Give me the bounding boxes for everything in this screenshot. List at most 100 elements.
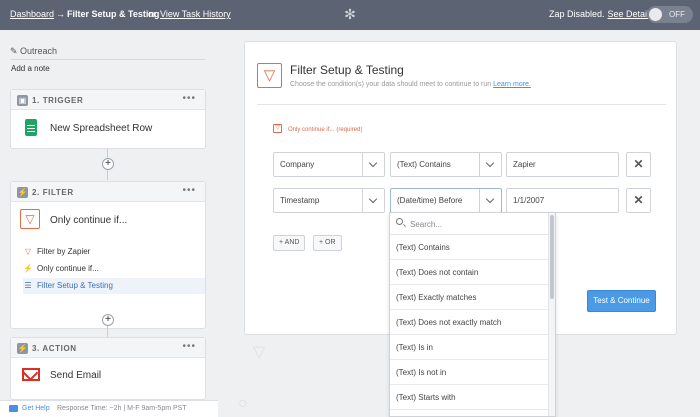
- connector-line: [107, 326, 108, 336]
- chevron-down-icon: [362, 153, 384, 176]
- learn-more-link[interactable]: Learn more.: [493, 81, 531, 88]
- bolt-icon: ⚡: [23, 264, 33, 273]
- page-subtitle: Choose the condition(s) your data should…: [290, 81, 531, 88]
- breadcrumb-current: Filter Setup & Testing: [67, 9, 160, 19]
- decorative-funnel-icon: ▽: [253, 344, 266, 361]
- response-time: Response Time: ~2h | M-F 9am-5pm PST: [57, 405, 187, 412]
- connector-line: [107, 170, 108, 180]
- chevron-down-icon: [479, 153, 501, 176]
- dropdown-option[interactable]: (Text) Does not contain: [390, 260, 550, 285]
- dropdown-option[interactable]: (Text) Starts with: [390, 385, 550, 410]
- dropdown-option[interactable]: (Text) Is not in: [390, 360, 550, 385]
- filter-card-header: ⚡ 2. FILTER •••: [11, 182, 205, 202]
- value-input[interactable]: Zapier: [506, 152, 619, 177]
- toggle-knob: [649, 8, 662, 21]
- filter-funnel-icon: ▽: [257, 63, 282, 88]
- action-step-icon: ⚡: [17, 343, 28, 354]
- remove-condition-button[interactable]: ✕: [626, 188, 651, 213]
- zap-status: Zap Disabled. See Details: [549, 9, 654, 19]
- trigger-step-label: 1. TRIGGER: [32, 96, 84, 105]
- decorative-circle-icon: ○: [238, 395, 248, 412]
- sub-item-filter-setup[interactable]: ☰ Filter Setup & Testing: [23, 278, 205, 294]
- list-icon: ☰: [24, 281, 32, 290]
- sub-item-filter-by-zapier[interactable]: ▽ Filter by Zapier: [23, 244, 205, 260]
- field-select-value: Timestamp: [280, 196, 320, 205]
- dropdown-scrollbar[interactable]: [548, 213, 555, 416]
- action-app-title: Send Email: [50, 370, 102, 381]
- filter-step-label: 2. FILTER: [32, 188, 74, 197]
- filter-step-icon: ⚡: [17, 187, 28, 198]
- sidebar-divider: [10, 59, 206, 60]
- trigger-step-icon: ▣: [17, 95, 28, 106]
- trigger-app-title: New Spreadsheet Row: [50, 123, 153, 134]
- trigger-menu-icon[interactable]: •••: [182, 93, 196, 104]
- gear-icon[interactable]: ✻: [343, 7, 357, 21]
- dropdown-option[interactable]: (Text) Is in: [390, 335, 550, 360]
- action-card-header: ⚡ 3. ACTION •••: [11, 338, 205, 358]
- dropdown-option[interactable]: (Text) Exactly matches: [390, 285, 550, 310]
- condition-select-value: (Date/time) Before: [397, 196, 463, 205]
- google-sheets-icon: [25, 119, 37, 136]
- scrollbar-thumb[interactable]: [550, 215, 554, 299]
- get-help-link[interactable]: Get Help: [22, 405, 50, 412]
- zap-name-text: Outreach: [20, 46, 58, 56]
- filter-app-title: Only continue if...: [50, 215, 128, 226]
- toggle-label: OFF: [669, 10, 685, 19]
- filter-menu-icon[interactable]: •••: [182, 185, 196, 196]
- zap-status-text: Zap Disabled.: [549, 9, 605, 19]
- trigger-card[interactable]: ▣ 1. TRIGGER ••• New Spreadsheet Row: [10, 89, 206, 149]
- filter-small-icon: ▽: [24, 247, 32, 256]
- required-label: (required): [336, 127, 363, 133]
- value-input[interactable]: 1/1/2007: [506, 188, 619, 213]
- add-note-link[interactable]: Add a note: [11, 64, 50, 73]
- get-help-bar: Get Help Response Time: ~2h | M-F 9am-5p…: [0, 400, 218, 417]
- dropdown-option[interactable]: (Text) Contains: [390, 235, 550, 260]
- trigger-card-header: ▣ 1. TRIGGER •••: [11, 90, 205, 110]
- only-continue-text: Only continue if...: [288, 127, 335, 133]
- action-menu-icon[interactable]: •••: [182, 341, 196, 352]
- sub-item-only-continue[interactable]: ⚡ Only continue if...: [23, 261, 205, 277]
- sidebar: ✎ Outreach Add a note ▣ 1. TRIGGER ••• N…: [0, 30, 218, 417]
- breadcrumb-dashboard-link[interactable]: Dashboard: [10, 9, 54, 19]
- panel-divider: [257, 104, 666, 105]
- dropdown-option[interactable]: (Text) Does not exactly match: [390, 310, 550, 335]
- page-title: Filter Setup & Testing: [290, 63, 404, 77]
- zap-name[interactable]: ✎ Outreach: [10, 46, 57, 57]
- condition-select[interactable]: (Date/time) Before: [390, 188, 502, 213]
- page-subtitle-text: Choose the condition(s) your data should…: [290, 81, 492, 88]
- top-bar: Dashboard → Filter Setup & Testing or Vi…: [0, 0, 700, 30]
- filter-funnel-icon: ▽: [20, 209, 40, 229]
- only-continue-label: Only continue if... (required): [286, 123, 362, 133]
- field-select-value: Company: [280, 160, 315, 169]
- chevron-down-icon: [362, 189, 384, 212]
- sub-item-label: Filter by Zapier: [37, 247, 91, 256]
- condition-select[interactable]: (Text) Contains: [390, 152, 502, 177]
- filter-card[interactable]: ⚡ 2. FILTER ••• ▽ Only continue if... ▽ …: [10, 181, 206, 329]
- sub-item-label: Filter Setup & Testing: [37, 281, 113, 290]
- add-step-button[interactable]: +: [102, 314, 114, 326]
- value-input-text: Zapier: [513, 160, 536, 169]
- action-card[interactable]: ⚡ 3. ACTION ••• Send Email: [10, 337, 206, 400]
- dropdown-search-input[interactable]: [410, 217, 540, 231]
- field-select[interactable]: Company: [273, 152, 385, 177]
- zap-toggle[interactable]: OFF: [647, 6, 693, 23]
- breadcrumb-arrow: →: [56, 9, 65, 19]
- add-or-button[interactable]: + OR: [313, 235, 342, 251]
- condition-select-value: (Text) Contains: [397, 160, 451, 169]
- value-input-text: 1/1/2007: [513, 196, 545, 205]
- dropdown-search: [390, 213, 550, 235]
- chat-icon: [9, 405, 18, 412]
- sub-item-label: Only continue if...: [37, 264, 99, 273]
- add-and-button[interactable]: + AND: [273, 235, 306, 251]
- gmail-icon: [22, 368, 40, 381]
- search-icon: [396, 218, 403, 225]
- field-select[interactable]: Timestamp: [273, 188, 385, 213]
- view-task-history-link[interactable]: View Task History: [160, 9, 231, 19]
- test-continue-button[interactable]: Test & Continue: [587, 290, 656, 312]
- condition-dropdown: (Text) Contains (Text) Does not contain …: [389, 212, 556, 417]
- breadcrumb-or: or: [148, 9, 157, 19]
- action-step-label: 3. ACTION: [32, 344, 77, 353]
- add-step-button[interactable]: +: [102, 158, 114, 170]
- remove-condition-button[interactable]: ✕: [626, 152, 651, 177]
- chevron-down-icon: [479, 189, 501, 212]
